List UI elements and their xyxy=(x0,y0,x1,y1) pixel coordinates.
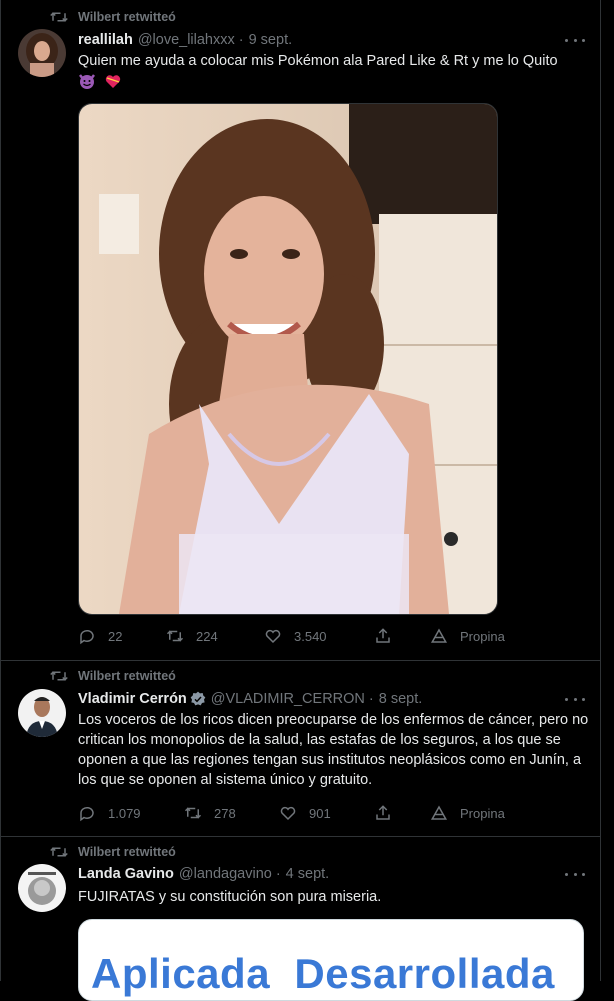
display-name[interactable]: reallilah xyxy=(78,32,133,48)
reply-icon xyxy=(80,806,94,822)
separator-dot: · xyxy=(275,866,281,882)
avatar[interactable] xyxy=(18,29,66,77)
reply-count: 1.079 xyxy=(108,805,141,821)
tip-icon xyxy=(430,628,448,643)
more-options-icon[interactable] xyxy=(565,691,585,707)
reply-button[interactable]: 1.079 xyxy=(78,802,141,824)
user-handle[interactable]: @landagavino xyxy=(179,866,272,882)
avatar-photo xyxy=(18,689,66,737)
tip-button[interactable]: Propina xyxy=(430,625,505,647)
retweet-icon xyxy=(184,807,202,819)
separator-dot: · xyxy=(238,32,244,48)
share-icon xyxy=(376,805,390,820)
retweet-label: Wilbert retwitteó xyxy=(78,10,176,24)
share-button[interactable] xyxy=(374,802,404,824)
tweet-text: Quien me ayuda a colocar mis Pokémon ala… xyxy=(78,51,590,91)
like-count: 3.540 xyxy=(294,628,327,644)
reply-icon xyxy=(80,629,94,645)
tweet-text: FUJIRATAS y su constitución son pura mis… xyxy=(78,889,382,905)
retweet-button[interactable]: 224 xyxy=(166,625,218,647)
retweet-count: 278 xyxy=(214,805,236,821)
more-options-icon[interactable] xyxy=(565,866,585,882)
avatar[interactable] xyxy=(18,689,66,737)
timeline-right-border xyxy=(600,0,601,981)
reply-button[interactable]: 22 xyxy=(78,625,122,647)
heart-icon xyxy=(280,806,296,821)
retweet-label: Wilbert retwitteó xyxy=(78,845,176,859)
share-button[interactable] xyxy=(374,625,404,647)
avatar[interactable] xyxy=(18,864,66,912)
retweet-icon xyxy=(50,12,68,22)
tip-label: Propina xyxy=(460,628,505,644)
retweet-count: 224 xyxy=(196,628,218,644)
more-options-icon[interactable] xyxy=(565,32,585,48)
like-button[interactable]: 3.540 xyxy=(264,625,327,647)
heart-emoji xyxy=(105,75,121,89)
tweet-date[interactable]: 9 sept. xyxy=(249,32,293,48)
tweet-header: reallilah @love_lilahxxx · 9 sept. xyxy=(78,30,292,50)
tweet-vladimir-cerron[interactable]: Wilbert retwitteó Vladimir Cerrón @VLADI… xyxy=(0,660,600,837)
tweet-date[interactable]: 8 sept. xyxy=(379,691,423,707)
retweet-context[interactable]: Wilbert retwitteó xyxy=(50,667,176,685)
retweet-button[interactable]: 278 xyxy=(184,802,236,824)
tip-button[interactable]: Propina xyxy=(430,802,505,824)
user-handle[interactable]: @VLADIMIR_CERRON xyxy=(211,691,365,707)
display-name[interactable]: Vladimir Cerrón xyxy=(78,691,187,707)
image-caption-text: Aplicada Desarrollada xyxy=(91,950,555,997)
tweet-header: Vladimir Cerrón @VLADIMIR_CERRON · 8 sep… xyxy=(78,689,422,709)
heart-icon xyxy=(265,629,281,644)
tweet-reallilah[interactable]: Wilbert retwitteó reallilah @love_lilahx… xyxy=(0,0,600,661)
like-button[interactable]: 901 xyxy=(279,802,331,824)
user-handle[interactable]: @love_lilahxxx xyxy=(138,32,235,48)
retweet-context[interactable]: Wilbert retwitteó xyxy=(50,843,176,861)
smiling-devil-emoji xyxy=(79,74,95,90)
retweet-icon xyxy=(50,671,68,681)
tweet-landa-gavino[interactable]: Wilbert retwitteó Landa Gavino @landagav… xyxy=(0,836,600,1001)
display-name[interactable]: Landa Gavino xyxy=(78,866,174,882)
retweet-icon xyxy=(50,847,68,857)
avatar-photo xyxy=(18,29,66,77)
share-icon xyxy=(376,628,390,643)
tweet-actions: 22 224 3.540 Propina xyxy=(78,625,518,647)
photo-image xyxy=(79,104,497,614)
reply-count: 22 xyxy=(108,628,123,644)
retweet-icon xyxy=(166,630,184,642)
retweet-context[interactable]: Wilbert retwitteó xyxy=(50,8,176,26)
tweet-actions: 1.079 278 901 Propina xyxy=(78,802,518,824)
tweet-text: Los voceros de los ricos dicen preocupar… xyxy=(78,712,589,788)
avatar-photo xyxy=(18,864,66,912)
tweet-header: Landa Gavino @landagavino · 4 sept. xyxy=(78,864,329,884)
tweet-photo[interactable] xyxy=(78,103,498,615)
like-count: 901 xyxy=(309,805,331,821)
separator-dot: · xyxy=(368,691,374,707)
retweet-label: Wilbert retwitteó xyxy=(78,669,176,683)
tip-label: Propina xyxy=(460,805,505,821)
tweet-image[interactable]: Aplicada Desarrollada xyxy=(78,919,584,1001)
tweet-date[interactable]: 4 sept. xyxy=(286,866,330,882)
verified-badge-icon xyxy=(190,691,206,706)
tweet-text-content: Quien me ayuda a colocar mis Pokémon ala… xyxy=(78,53,558,69)
tip-icon xyxy=(430,805,448,820)
